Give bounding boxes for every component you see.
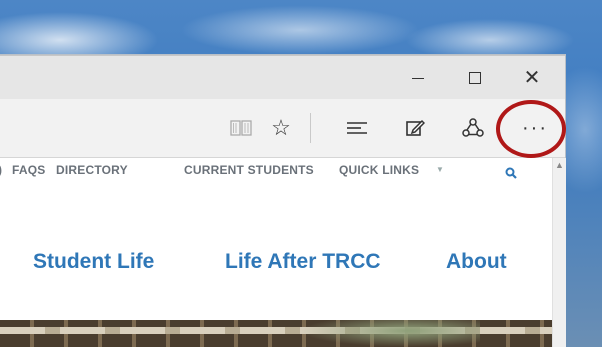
browser-toolbar: ☆ ···	[0, 99, 565, 158]
page-content: ) FAQS DIRECTORY CURRENT STUDENTS QUICK …	[0, 158, 552, 347]
main-nav: Student Life Life After TRCC About	[0, 250, 552, 282]
reading-view-icon	[230, 120, 252, 136]
search-icon	[505, 167, 517, 179]
main-nav-about[interactable]: About	[446, 250, 507, 274]
site-search-button[interactable]	[505, 167, 517, 182]
hero-photo	[0, 320, 552, 347]
toolbar-divider	[310, 113, 311, 143]
favorites-button[interactable]: ☆	[266, 113, 296, 143]
utility-nav-current-students[interactable]: CURRENT STUDENTS	[184, 163, 314, 177]
chevron-down-icon: ▼	[436, 165, 445, 174]
star-icon: ☆	[271, 115, 291, 140]
vertical-scrollbar[interactable]: ▲	[552, 158, 566, 347]
browser-window: ✕ ☆ ··· FAQS DIRECTORY CURRENT STUDENTS …	[0, 55, 566, 347]
utility-nav-faqs[interactable]: FAQS	[12, 163, 45, 177]
web-note-button[interactable]	[400, 113, 430, 143]
web-note-icon	[406, 119, 425, 136]
utility-nav-directory[interactable]: DIRECTORY	[56, 163, 128, 177]
title-bar: ✕	[0, 55, 565, 100]
maximize-icon	[469, 72, 481, 84]
maximize-button[interactable]	[452, 56, 498, 100]
scroll-up-arrow-icon[interactable]: ▲	[555, 160, 564, 170]
hub-icon	[347, 122, 367, 134]
hub-button[interactable]	[342, 113, 372, 143]
highlight-circle	[496, 100, 566, 158]
utility-nav: ) FAQS DIRECTORY CURRENT STUDENTS QUICK …	[0, 163, 552, 187]
minimize-icon	[412, 77, 424, 79]
reading-view-button[interactable]	[228, 113, 254, 143]
utility-nav-cut-item[interactable]: )	[0, 163, 2, 177]
close-icon: ✕	[523, 67, 541, 89]
share-icon	[462, 118, 484, 137]
minimize-button[interactable]	[395, 56, 441, 100]
main-nav-student-life[interactable]: Student Life	[33, 250, 154, 274]
share-button[interactable]	[458, 113, 488, 143]
close-button[interactable]: ✕	[509, 56, 555, 100]
utility-nav-quick-links[interactable]: QUICK LINKS	[339, 163, 419, 177]
main-nav-life-after-trcc[interactable]: Life After TRCC	[225, 250, 381, 274]
